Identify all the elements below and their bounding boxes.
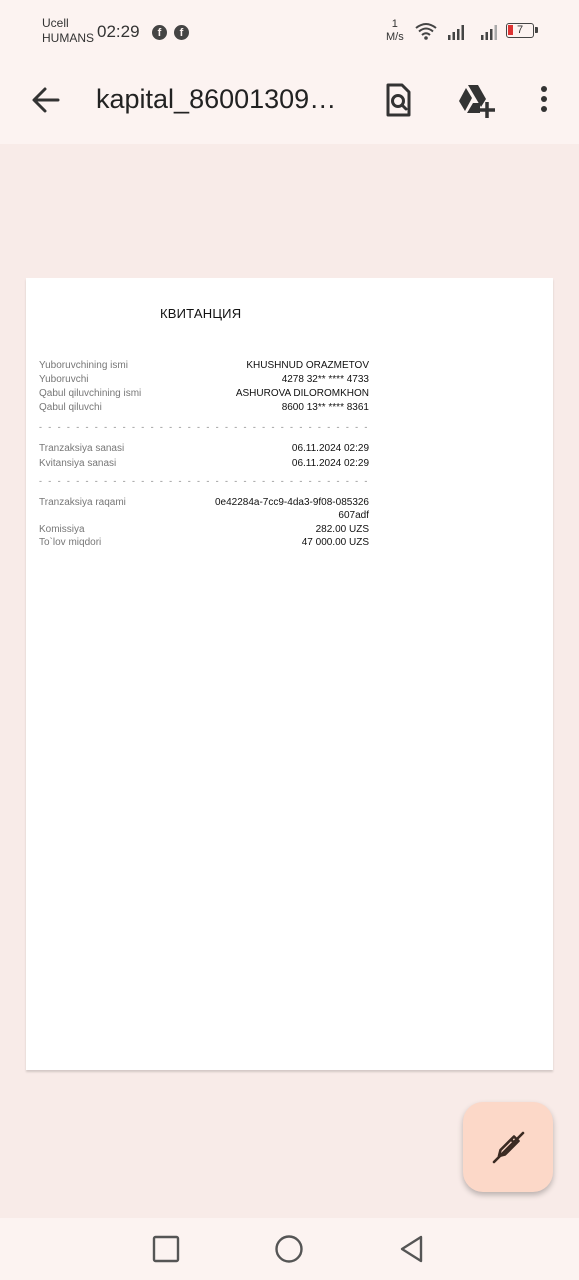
facebook-icon: f: [152, 25, 167, 40]
drive-add-icon[interactable]: [455, 80, 495, 120]
transaction-id-continued: 607adf: [39, 509, 369, 523]
receipt-date-row: Kvitansiya sanasi 06.11.2024 02:29: [39, 457, 369, 471]
row-label: Tranzaksiya sanasi: [39, 443, 125, 454]
signal-icon: [448, 25, 464, 40]
document-search-icon[interactable]: [378, 80, 418, 120]
commission-row: Komissiya 282.00 UZS: [39, 523, 369, 537]
back-arrow-icon[interactable]: [30, 84, 62, 116]
battery-level: 7: [516, 24, 524, 36]
row-value: ASHUROVA DILOROMKHON: [235, 388, 369, 399]
file-title: kapital_86001309…: [96, 84, 337, 114]
row-label: Qabul qiluvchining ismi: [39, 388, 142, 399]
signal-icon: [481, 25, 497, 40]
row-value: 47 000.00 UZS: [301, 537, 369, 548]
status-bar: Ucell HUMANS 02:29 f f 1 M/s 7: [0, 0, 579, 62]
separator-line: - - - - - - - - - - - - - - - - - - - - …: [39, 476, 369, 486]
row-value: 0e42284a-7cc9-4da3-9f08-085326: [214, 497, 369, 508]
row-label: Tranzaksiya raqami: [39, 497, 126, 508]
row-label: To`lov miqdori: [39, 537, 102, 548]
row-value: 282.00 UZS: [315, 524, 369, 535]
document-page[interactable]: КВИТАНЦИЯ Yuboruvchining ismi KHUSHNUD O…: [26, 278, 553, 1070]
sender-card-row: Yuboruvchi 4278 32** **** 4733: [39, 373, 369, 387]
row-label: Yuboruvchi: [39, 374, 89, 385]
row-value: 06.11.2024 02:29: [291, 443, 369, 454]
network-speed: 1 M/s: [386, 18, 404, 43]
app-bar: kapital_86001309…: [0, 62, 579, 144]
row-label: Komissiya: [39, 524, 85, 535]
edit-fab-button[interactable]: [463, 1102, 553, 1192]
row-value: 4278 32** **** 4733: [281, 374, 369, 385]
more-vert-icon[interactable]: [524, 80, 564, 120]
back-triangle-icon[interactable]: [396, 1233, 428, 1265]
payment-amount-row: To`lov miqdori 47 000.00 UZS: [39, 536, 369, 550]
recents-square-icon[interactable]: [150, 1233, 182, 1265]
system-nav-bar: [0, 1218, 579, 1280]
battery-icon: 7: [506, 23, 538, 38]
carrier-name: Ucell HUMANS: [42, 16, 95, 45]
transaction-date-row: Tranzaksiya sanasi 06.11.2024 02:29: [39, 442, 369, 456]
separator-line: - - - - - - - - - - - - - - - - - - - - …: [39, 422, 369, 432]
wifi-icon: [415, 23, 437, 40]
row-label: Qabul qiluvchi: [39, 402, 102, 413]
sender-name-row: Yuboruvchining ismi KHUSHNUD ORAZMETOV: [39, 359, 369, 373]
receipt-title: КВИТАНЦИЯ: [160, 306, 242, 321]
edit-pen-icon: [492, 1131, 525, 1164]
row-value: KHUSHNUD ORAZMETOV: [246, 360, 369, 371]
receiver-card-row: Qabul qiluvchi 8600 13** **** 8361: [39, 401, 369, 415]
row-label: Kvitansiya sanasi: [39, 458, 117, 469]
row-value: 06.11.2024 02:29: [291, 458, 369, 469]
receiver-name-row: Qabul qiluvchining ismi ASHUROVA DILOROM…: [39, 387, 369, 401]
battery-level-fill: [508, 25, 513, 35]
row-label: Yuboruvchining ismi: [39, 360, 128, 371]
facebook-icon: f: [174, 25, 189, 40]
row-value: 8600 13** **** 8361: [281, 402, 369, 413]
home-circle-icon[interactable]: [273, 1233, 305, 1265]
transaction-id-row: Tranzaksiya raqami 0e42284a-7cc9-4da3-9f…: [39, 496, 369, 510]
clock: 02:29: [97, 22, 140, 41]
row-value: 607adf: [338, 510, 369, 521]
